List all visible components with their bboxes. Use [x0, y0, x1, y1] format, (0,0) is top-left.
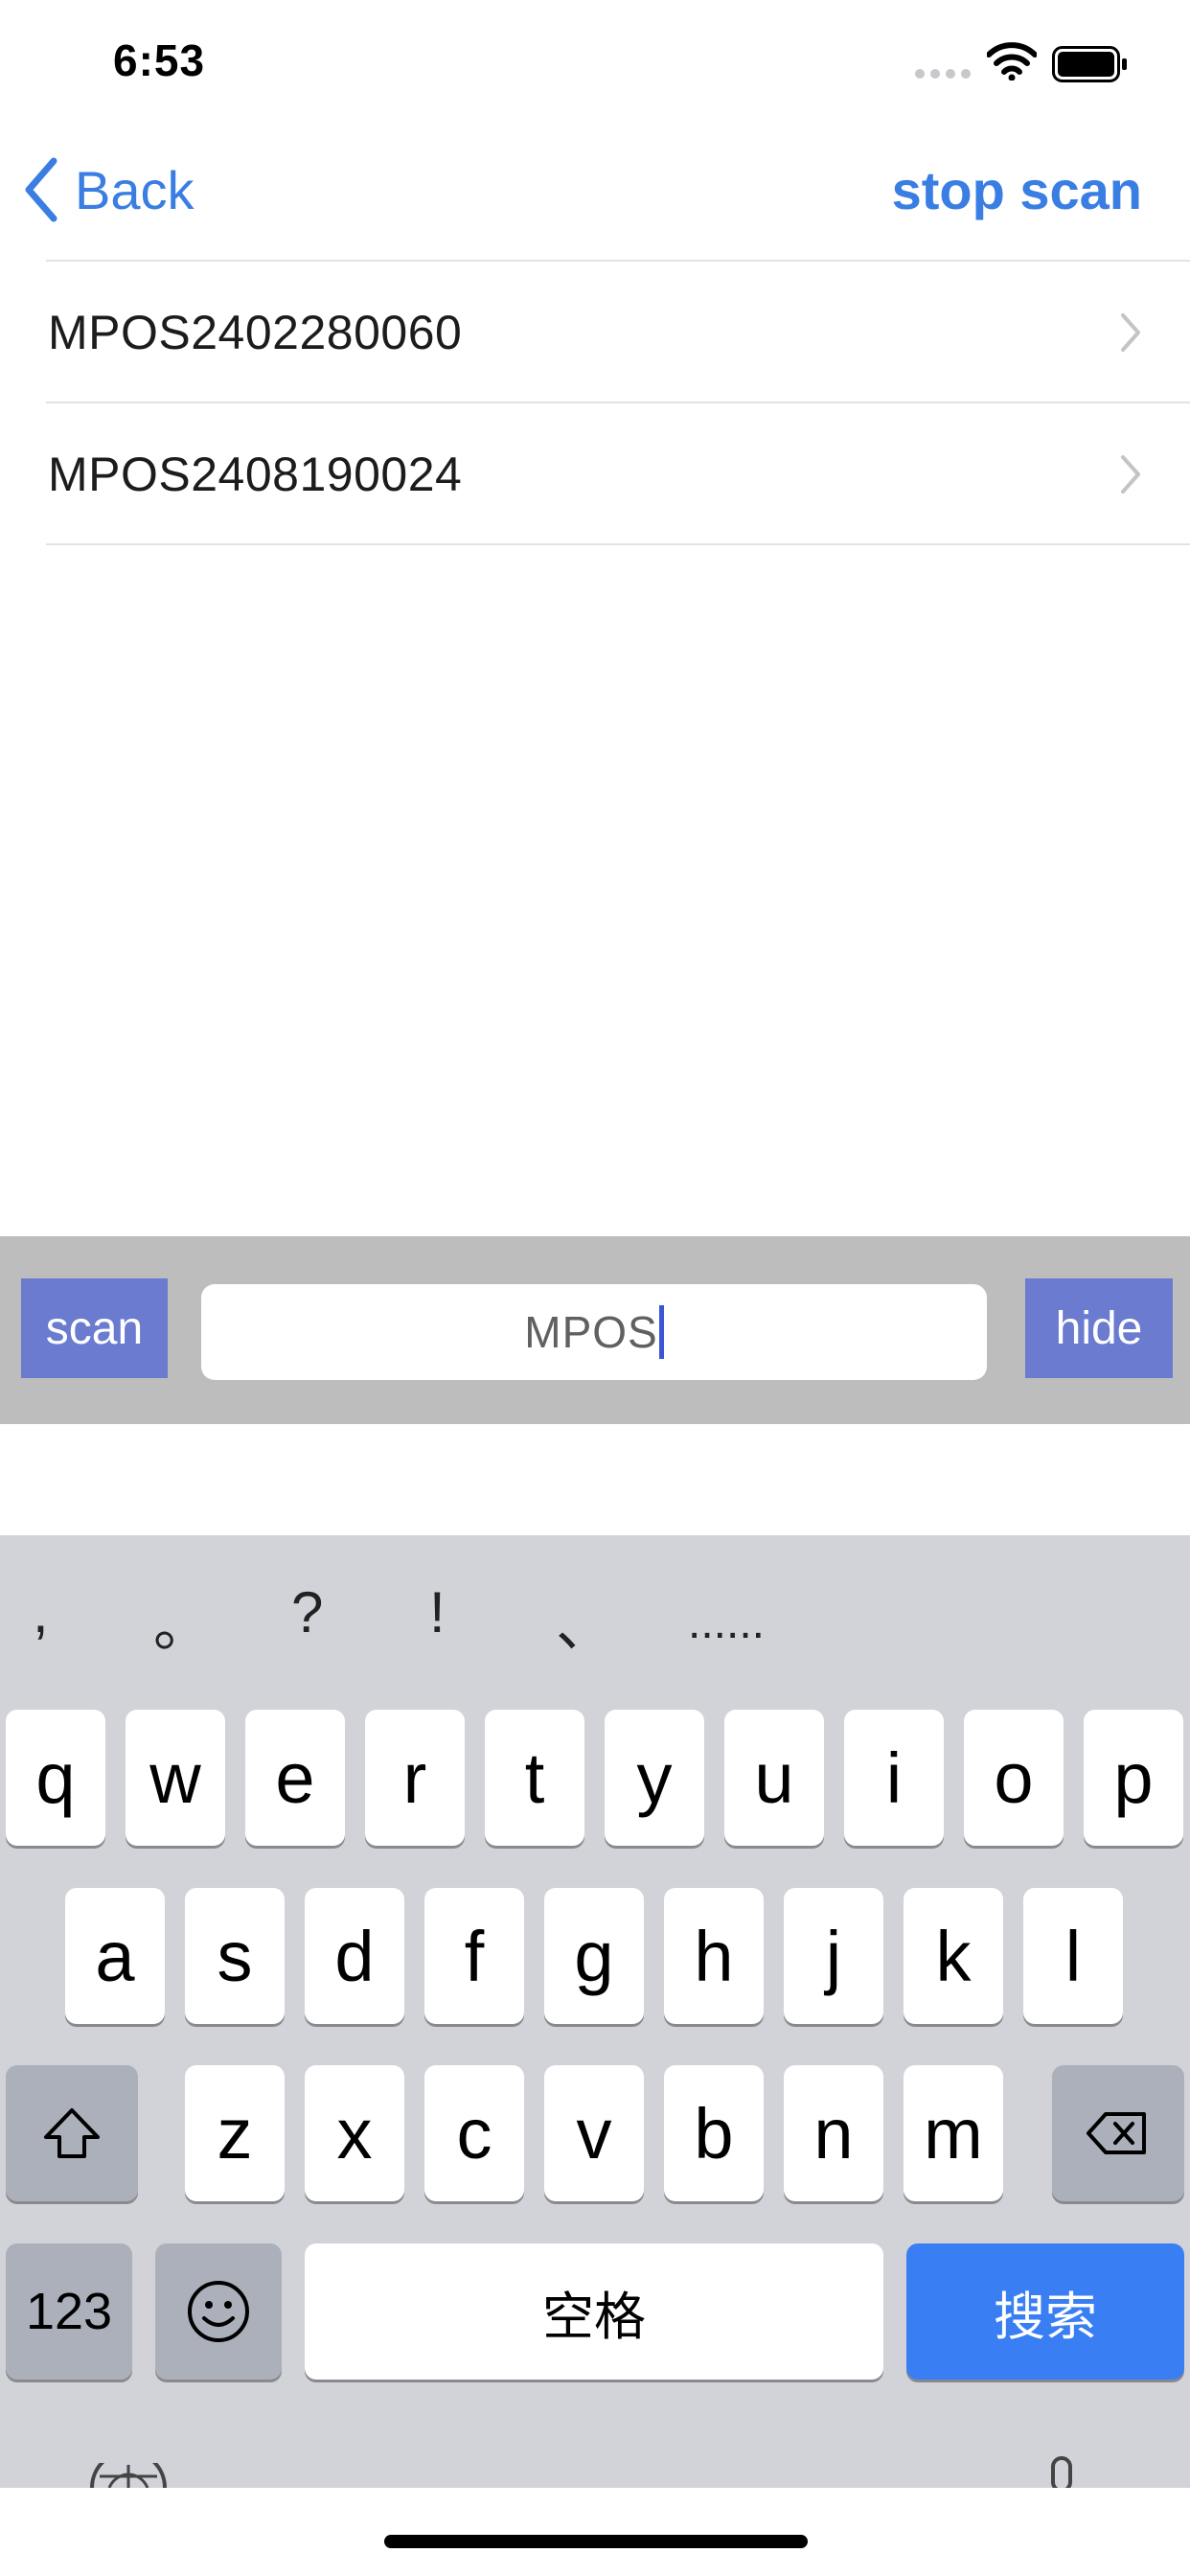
shift-icon — [44, 2108, 100, 2158]
emoji-key[interactable] — [155, 2243, 282, 2380]
search-toolbar: scan MPOS hide — [0, 1236, 1190, 1424]
punctuation-key[interactable]: 。 — [153, 1579, 211, 1663]
cellular-signal-icon — [915, 69, 973, 79]
status-time: 6:53 — [113, 35, 206, 85]
row-divider — [46, 543, 1190, 545]
key-u[interactable]: u — [724, 1710, 824, 1846]
key-j[interactable]: j — [784, 1888, 883, 2024]
search-key[interactable]: 搜索 — [906, 2243, 1184, 2380]
key-n[interactable]: n — [784, 2065, 883, 2201]
chevron-right-icon — [1121, 455, 1140, 494]
key-x[interactable]: x — [305, 2065, 404, 2201]
key-b[interactable]: b — [664, 2065, 764, 2201]
chevron-right-icon — [1121, 313, 1140, 352]
search-input-value: MPOS — [524, 1307, 658, 1357]
search-input[interactable]: MPOS — [201, 1284, 987, 1380]
delete-key[interactable] — [1052, 2065, 1184, 2201]
key-f[interactable]: f — [424, 1888, 524, 2024]
device-row[interactable]: MPOS2408190024 — [0, 403, 1190, 545]
key-c[interactable]: c — [424, 2065, 524, 2201]
keyboard — [0, 1535, 1190, 2576]
key-p[interactable]: p — [1084, 1710, 1183, 1846]
device-row[interactable]: MPOS2402280060 — [0, 262, 1190, 403]
key-e[interactable]: e — [245, 1710, 345, 1846]
punctuation-key[interactable]: ? — [291, 1579, 323, 1645]
chevron-left-icon — [25, 157, 57, 222]
space-key[interactable]: 空格 — [305, 2243, 883, 2380]
punctuation-key[interactable]: 、 — [556, 1579, 613, 1663]
key-s[interactable]: s — [185, 1888, 285, 2024]
device-list: MPOS2402280060 MPOS2408190024 — [0, 262, 1190, 545]
back-label: Back — [75, 159, 195, 220]
key-k[interactable]: k — [904, 1888, 1003, 2024]
key-h[interactable]: h — [664, 1888, 764, 2024]
microphone-icon[interactable] — [1044, 2455, 1079, 2488]
key-r[interactable]: r — [365, 1710, 465, 1846]
punctuation-key[interactable]: ! — [429, 1579, 446, 1645]
key-g[interactable]: g — [544, 1888, 644, 2024]
punctuation-key[interactable]: ...... — [688, 1597, 765, 1649]
key-l[interactable]: l — [1023, 1888, 1123, 2024]
key-q[interactable]: q — [6, 1710, 105, 1846]
key-w[interactable]: w — [126, 1710, 225, 1846]
globe-icon[interactable] — [88, 2463, 169, 2488]
wifi-icon — [987, 42, 1037, 80]
key-a[interactable]: a — [65, 1888, 165, 2024]
back-button[interactable]: Back — [21, 153, 195, 226]
key-y[interactable]: y — [605, 1710, 704, 1846]
home-indicator — [384, 2535, 808, 2548]
device-name: MPOS2408190024 — [48, 448, 463, 501]
key-d[interactable]: d — [305, 1888, 404, 2024]
key-z[interactable]: z — [185, 2065, 285, 2201]
key-t[interactable]: t — [485, 1710, 584, 1846]
text-caret — [658, 1305, 664, 1359]
punctuation-key[interactable]: , — [33, 1579, 49, 1645]
home-indicator-area — [0, 2488, 1190, 2576]
shift-key[interactable] — [6, 2065, 138, 2201]
emoji-icon — [188, 2281, 249, 2342]
stop-scan-button[interactable]: stop scan — [892, 153, 1142, 226]
battery-icon — [1052, 46, 1127, 82]
hide-button[interactable]: hide — [1025, 1278, 1173, 1378]
key-i[interactable]: i — [844, 1710, 944, 1846]
key-v[interactable]: v — [544, 2065, 644, 2201]
key-m[interactable]: m — [904, 2065, 1003, 2201]
device-name: MPOS2402280060 — [48, 306, 463, 359]
numbers-key[interactable]: 123 — [6, 2243, 132, 2380]
backspace-icon — [1087, 2112, 1146, 2154]
key-o[interactable]: o — [964, 1710, 1064, 1846]
scan-button[interactable]: scan — [21, 1278, 168, 1378]
